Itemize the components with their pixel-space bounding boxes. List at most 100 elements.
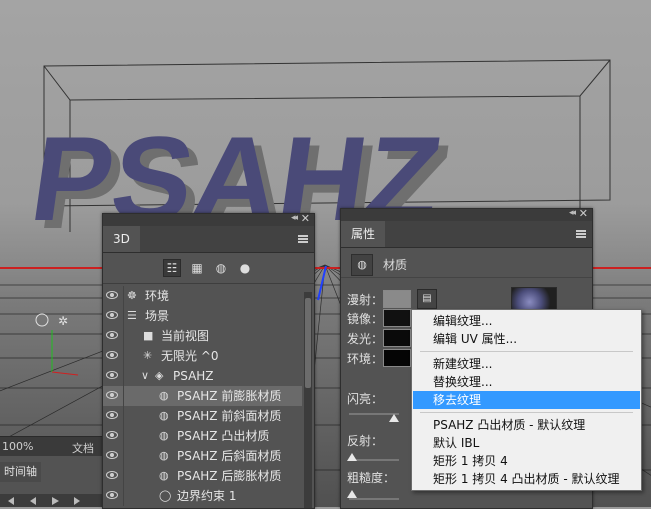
ambient-color-swatch[interactable] — [383, 349, 411, 367]
panel-menu-icon[interactable] — [576, 230, 586, 238]
row-separator — [123, 346, 124, 366]
collapse-icon[interactable]: ◂◂ — [291, 213, 298, 223]
layer-row[interactable]: ◍ PSAHZ 后膨胀材质 — [103, 466, 302, 486]
mesh-icon: ◈ — [155, 369, 164, 382]
mesh-filter-icon[interactable]: ▦ — [189, 260, 205, 276]
panel-properties-titlebar[interactable]: ◂◂ ✕ — [341, 207, 592, 221]
panel-3d-titlebar[interactable]: ◂◂ ✕ — [103, 212, 314, 226]
timeline-panel: 时间轴 — [0, 456, 110, 507]
light-filter-icon[interactable]: ● — [237, 260, 253, 276]
row-separator — [123, 466, 124, 486]
diffuse-color-swatch[interactable] — [383, 290, 411, 308]
close-icon[interactable]: ✕ — [579, 207, 588, 220]
layer-row[interactable]: ◍ PSAHZ 前膨胀材质 — [103, 386, 302, 406]
material-icon: ◍ — [159, 389, 169, 402]
menu-item[interactable]: 矩形 1 拷贝 4 凸出材质 - 默认纹理 — [413, 470, 640, 488]
visibility-eye-icon[interactable] — [106, 431, 118, 439]
menu-item[interactable]: 替换纹理... — [413, 373, 640, 391]
specular-color-swatch[interactable] — [383, 309, 411, 327]
visibility-eye-icon[interactable] — [106, 471, 118, 479]
layer-row[interactable]: ◯ 边界约束 1 — [103, 486, 302, 506]
collapse-icon[interactable]: ◂◂ — [569, 208, 576, 218]
material-filter-icon[interactable]: ◍ — [213, 260, 229, 276]
row-separator — [123, 446, 124, 466]
texture-context-menu: 编辑纹理... 编辑 UV 属性... 新建纹理... 替换纹理... 移去纹理 PSAH… — [411, 309, 642, 491]
visibility-eye-icon[interactable] — [106, 331, 118, 339]
close-icon[interactable]: ✕ — [301, 212, 310, 225]
glow-color-swatch[interactable] — [383, 329, 411, 347]
scene-filter-icon[interactable]: ☷ — [163, 259, 181, 277]
scrollbar-thumb[interactable] — [305, 298, 311, 388]
roughness-slider-track[interactable] — [349, 498, 399, 500]
constraint-icon: ◯ — [159, 489, 172, 502]
next-frame-icon[interactable] — [74, 497, 80, 505]
roughness-slider-thumb[interactable] — [347, 490, 357, 498]
layer-row[interactable]: ☸ 环境 — [103, 286, 302, 306]
glow-label: 发光： — [347, 332, 384, 346]
visibility-eye-icon[interactable] — [106, 371, 118, 379]
reflection-slider-thumb[interactable] — [347, 453, 357, 461]
status-bar: 100% 文档 — [0, 436, 110, 457]
menu-item[interactable]: PSAHZ 凸出材质 - 默认纹理 — [413, 416, 640, 434]
environment-icon: ☸ — [127, 289, 137, 302]
panel-properties-tabbar: 属性 — [341, 221, 592, 248]
layer-row-label: PSAHZ 后斜面材质 — [177, 449, 282, 463]
doc-info: 文档 — [72, 442, 94, 455]
row-separator — [123, 406, 124, 426]
layer-row-label: PSAHZ 后膨胀材质 — [177, 469, 282, 483]
layer-row-label: 无限光 ^0 — [161, 349, 219, 363]
layer-row[interactable]: ■ 当前视图 — [103, 326, 302, 346]
layer-row[interactable]: ◍ PSAHZ 前斜面材质 — [103, 406, 302, 426]
roughness-label: 粗糙度： — [347, 471, 396, 485]
menu-item[interactable]: 矩形 1 拷贝 4 — [413, 452, 640, 470]
row-separator — [123, 486, 124, 506]
camera-icon: ■ — [143, 329, 154, 342]
menu-item[interactable]: 新建纹理... — [413, 355, 640, 373]
play-icon[interactable] — [52, 497, 59, 505]
visibility-eye-icon[interactable] — [106, 291, 118, 299]
menu-item[interactable]: 默认 IBL — [413, 434, 640, 452]
visibility-eye-icon[interactable] — [106, 491, 118, 499]
visibility-eye-icon[interactable] — [106, 311, 118, 319]
material-icon: ◍ — [159, 429, 169, 442]
row-separator — [123, 286, 124, 306]
scene-icon: ☰ — [127, 309, 137, 322]
row-separator — [123, 386, 124, 406]
properties-title: 材质 — [383, 258, 408, 272]
menu-item[interactable]: 编辑纹理... — [413, 312, 640, 330]
visibility-eye-icon[interactable] — [106, 411, 118, 419]
material-icon: ◍ — [159, 409, 169, 422]
shine-slider-thumb[interactable] — [389, 414, 399, 422]
row-separator — [123, 426, 124, 446]
menu-divider — [420, 412, 633, 413]
expand-toggle-icon[interactable]: ∨ — [141, 366, 149, 386]
tab-properties[interactable]: 属性 — [341, 221, 386, 247]
prev-frame-icon[interactable] — [30, 497, 36, 505]
layer-row-label: PSAHZ — [173, 369, 214, 383]
layer-row[interactable]: ◍ PSAHZ 后斜面材质 — [103, 446, 302, 466]
menu-item[interactable]: 编辑 UV 属性... — [413, 330, 640, 348]
layer-row[interactable]: ✳ 无限光 ^0 — [103, 346, 302, 366]
row-separator — [123, 326, 124, 346]
visibility-eye-icon[interactable] — [106, 451, 118, 459]
menu-item[interactable]: 移去纹理 — [413, 391, 640, 409]
visibility-eye-icon[interactable] — [106, 391, 118, 399]
tab-3d[interactable]: 3D — [103, 226, 140, 252]
axis-widget: ✲ — [35, 313, 79, 376]
texture-folder-icon[interactable]: ▤ — [417, 289, 437, 309]
first-frame-icon[interactable] — [8, 497, 14, 505]
scrollbar[interactable] — [304, 292, 312, 508]
specular-label: 镜像： — [347, 312, 384, 326]
row-separator — [123, 306, 124, 326]
layer-row[interactable]: ◍ PSAHZ 凸出材质 — [103, 426, 302, 446]
layer-row[interactable]: ☰ 场景 — [103, 306, 302, 326]
tab-timeline[interactable]: 时间轴 — [0, 462, 41, 482]
panel-menu-icon[interactable] — [298, 235, 308, 243]
reflection-label: 反射： — [347, 434, 384, 448]
ambient-label: 环境： — [347, 352, 384, 366]
layer-row-label: PSAHZ 凸出材质 — [177, 429, 270, 443]
visibility-eye-icon[interactable] — [106, 351, 118, 359]
material-icon: ◍ — [159, 449, 169, 462]
layer-row[interactable]: ∨ ◈ PSAHZ — [103, 366, 302, 386]
layer-list: ☸ 环境 ☰ 场景 ■ 当前视图 ✳ 无限光 ^0 ∨ ◈ PSAHZ ◍ PSAHZ 前膨胀材质 ◍ PS… — [103, 286, 302, 506]
